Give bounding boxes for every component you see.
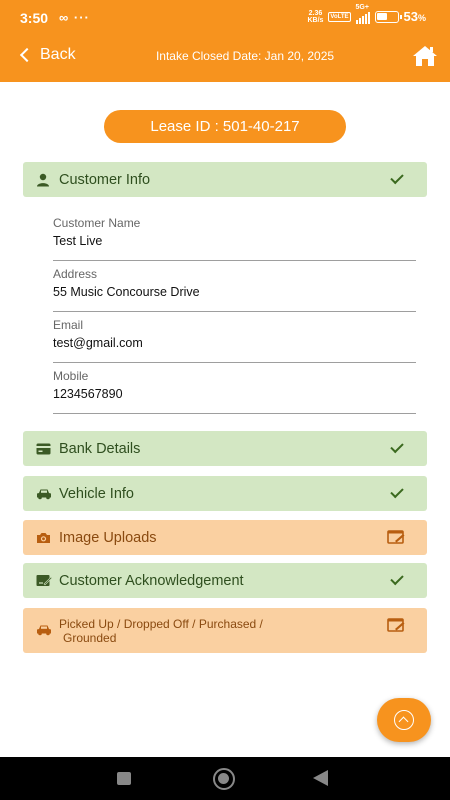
field-value: 1234567890 xyxy=(53,387,123,401)
checkmark-icon xyxy=(390,484,404,499)
section-label: Image Uploads xyxy=(59,529,157,546)
email-field[interactable]: Email test@gmail.com xyxy=(53,312,416,363)
status-indicators: 2.36 KB/s VoLTE 5G+ 53% xyxy=(307,4,426,25)
field-label: Address xyxy=(53,267,98,281)
system-navigation-bar xyxy=(0,757,450,800)
section-customer-info[interactable]: Customer Info xyxy=(23,162,427,197)
checkmark-icon xyxy=(390,439,404,454)
home-button[interactable] xyxy=(412,44,438,68)
status-time: 3:50 xyxy=(20,10,49,26)
system-back-button[interactable] xyxy=(313,770,328,786)
scroll-to-top-button[interactable] xyxy=(377,698,431,742)
checkmark-icon xyxy=(390,170,404,185)
field-label: Mobile xyxy=(53,369,89,383)
field-value: Test Live xyxy=(53,234,103,248)
section-vehicle-info[interactable]: Vehicle Info xyxy=(23,476,427,511)
network-speed-unit: KB/s xyxy=(307,16,324,24)
network-speed-value: 2.36 xyxy=(308,9,323,17)
section-label: Picked Up / Dropped Off / Purchased / Gr… xyxy=(59,617,263,645)
car-icon xyxy=(37,625,51,636)
section-label: Bank Details xyxy=(59,440,141,457)
network-type: 5G+ xyxy=(355,3,369,11)
edit-icon xyxy=(387,530,405,544)
battery-percent: 53% xyxy=(404,9,426,24)
network-speed: 2.36 KB/s xyxy=(307,10,323,24)
field-label: Email xyxy=(53,318,84,332)
section-label: Customer Acknowledgement xyxy=(59,572,244,589)
section-label-line1: Picked Up / Dropped Off / Purchased / xyxy=(59,617,263,631)
section-image-uploads[interactable]: Image Uploads xyxy=(23,520,427,555)
battery-percent-value: 53 xyxy=(403,9,418,24)
home-icon xyxy=(413,46,437,66)
section-label-line2: Grounded xyxy=(63,631,117,645)
intake-closed-date: Intake Closed Date: Jan 20, 2025 xyxy=(155,49,335,63)
status-extra-icons: ∞ ··· xyxy=(59,10,90,25)
status-bar: 3:50 ∞ ··· 2.36 KB/s VoLTE 5G+ 53% xyxy=(0,0,450,34)
volte-icon: VoLTE xyxy=(328,11,351,22)
battery-icon xyxy=(374,10,402,23)
field-value: 55 Music Concourse Drive xyxy=(53,285,200,299)
lease-id-badge: Lease ID : 501-40-217 xyxy=(104,110,346,143)
battery-percent-sign: % xyxy=(417,13,426,23)
signature-icon xyxy=(36,575,52,586)
signal-icon: 5G+ xyxy=(355,4,370,24)
app-header: 3:50 ∞ ··· 2.36 KB/s VoLTE 5G+ 53% Back xyxy=(0,0,450,82)
nav-bar: Back Intake Closed Date: Jan 20, 2025 xyxy=(0,38,450,74)
section-label: Vehicle Info xyxy=(59,485,134,502)
person-icon xyxy=(37,173,49,187)
field-value: test@gmail.com xyxy=(53,336,143,350)
address-field[interactable]: Address 55 Music Concourse Drive xyxy=(53,261,416,312)
credit-card-icon xyxy=(36,443,51,455)
car-icon xyxy=(37,489,51,500)
customer-name-field[interactable]: Customer Name Test Live xyxy=(53,210,416,261)
section-customer-acknowledgement[interactable]: Customer Acknowledgement xyxy=(23,563,427,598)
section-label: Customer Info xyxy=(59,171,151,188)
field-label: Customer Name xyxy=(53,216,141,230)
section-bank-details[interactable]: Bank Details xyxy=(23,431,427,466)
section-picked-up-dropped-off[interactable]: Picked Up / Dropped Off / Purchased / Gr… xyxy=(23,608,427,653)
system-home-button[interactable] xyxy=(213,768,235,790)
camera-icon xyxy=(37,533,50,543)
mobile-field[interactable]: Mobile 1234567890 xyxy=(53,363,416,414)
edit-icon xyxy=(387,618,405,632)
checkmark-icon xyxy=(390,571,404,586)
recent-apps-button[interactable] xyxy=(117,772,131,785)
